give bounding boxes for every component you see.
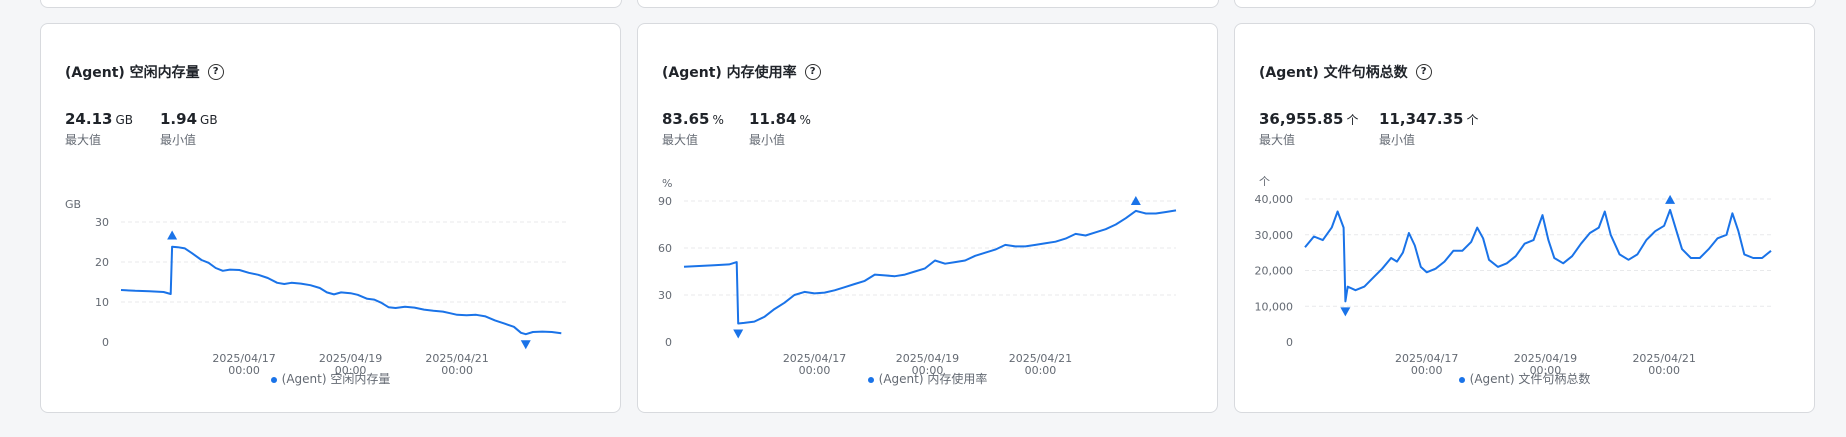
legend-label: (Agent) 内存使用率 [878,372,988,386]
y-axis-unit: % [662,177,672,190]
metric-card-free-memory: (Agent) 空闲内存量 ? 24.13 GB 最大值 1.94 GB 最小值 G… [40,23,621,413]
series-line [683,209,1177,325]
previous-card-edge [1234,0,1816,8]
y-tick-label: 30,000 [1255,229,1294,242]
chart-legend[interactable]: (Agent) 空闲内存量 [41,370,620,387]
metric-card-memory-usage: (Agent) 内存使用率 ? 83.65% 最大值 11.84% 最小值 % 0… [637,23,1218,413]
y-tick-label: 0 [102,336,109,349]
y-tick-label: 10 [95,296,109,309]
y-tick-label: 30 [95,216,109,229]
y-tick-label: 40,000 [1255,193,1294,206]
metric-card-file-handles: (Agent) 文件句柄总数 ? 36,955.85 个 最大值 11,347.3… [1234,23,1815,413]
y-tick-label: 0 [665,336,672,349]
previous-card-edge [40,0,622,8]
legend-marker [1458,376,1465,383]
line-chart-free-memory[interactable]: GB01020302025/04/1700:002025/04/1900:002… [41,24,622,414]
max-marker [167,230,178,240]
max-marker [1130,195,1141,205]
line-chart-memory-usage[interactable]: %03060902025/04/1700:002025/04/1900:0020… [638,24,1219,414]
legend-marker [867,376,874,383]
min-marker [733,329,744,339]
legend-label: (Agent) 空闲内存量 [281,372,391,386]
chart-legend[interactable]: (Agent) 文件句柄总数 [1235,370,1814,387]
y-tick-label: 60 [658,242,672,255]
chart-legend[interactable]: (Agent) 内存使用率 [638,370,1217,387]
max-marker [1665,194,1676,204]
previous-card-edge [637,0,1219,8]
series-line [120,245,562,336]
y-tick-label: 90 [658,195,672,208]
y-tick-label: 20,000 [1255,265,1294,278]
series-line [1304,208,1772,303]
min-marker [520,340,531,350]
legend-marker [270,376,277,383]
min-marker [1340,307,1351,317]
y-tick-label: 0 [1286,336,1293,349]
y-tick-label: 30 [658,289,672,302]
line-chart-file-handles[interactable]: 个010,00020,00030,00040,0002025/04/1700:0… [1235,24,1816,414]
y-axis-unit: GB [65,198,81,211]
legend-label: (Agent) 文件句柄总数 [1469,372,1591,386]
y-axis-unit: 个 [1259,175,1270,188]
y-tick-label: 20 [95,256,109,269]
y-tick-label: 10,000 [1255,300,1294,313]
